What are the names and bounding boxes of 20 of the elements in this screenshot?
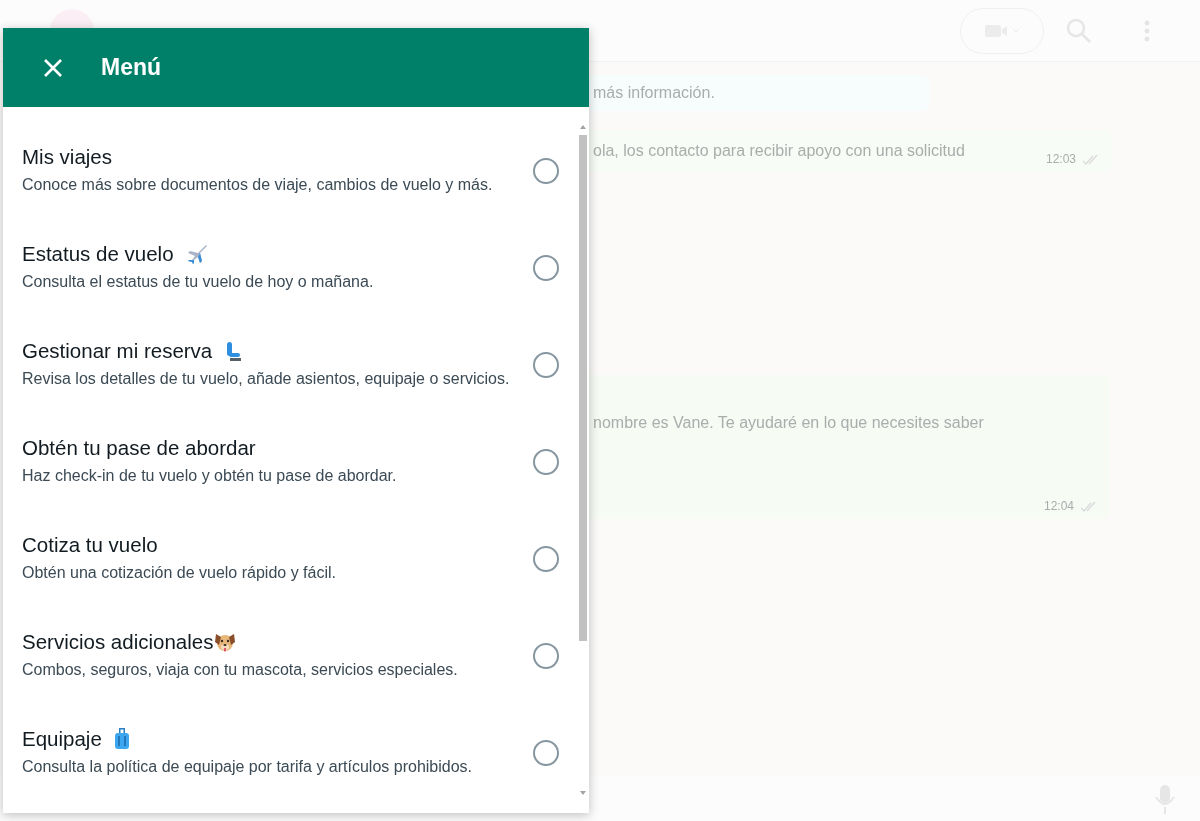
message-text: nombre es Vane. Te ayudaré en lo que necesites saber [593, 413, 984, 433]
message-text: más información. [593, 83, 715, 103]
option-description: Haz check-in de tu vuelo y obtén tu pase de abordar. [22, 466, 398, 486]
message-time: 12:04 [1043, 498, 1074, 515]
option-title: Servicios adicionales [22, 629, 214, 655]
option-description: Consulta la política de equipaje por tarifa y artículos prohibidos. [22, 757, 474, 777]
option-title: Mis viajes [22, 144, 112, 170]
message-time: 12:03 [1045, 151, 1076, 168]
option-title: Gestionar mi reserva [22, 338, 213, 364]
menu-title: Menú [101, 53, 162, 83]
option-description: Combos, seguros, viaja con tu mascota, servicios especiales. [22, 660, 459, 680]
option-description: Obtén una cotización de vuelo rápido y fácil. [22, 563, 337, 583]
option-description: Revisa los detalles de tu vuelo, añade asientos, equipaje o servicios. [22, 369, 511, 389]
option-description: Conoce más sobre documentos de viaje, cambios de vuelo y más. [22, 175, 494, 195]
message-text: ola, los contacto para recibir apoyo con una solicitud [593, 141, 965, 161]
option-title: Obtén tu pase de abordar [22, 435, 256, 461]
option-description: Consulta el estatus de tu vuelo de hoy o mañana. [22, 272, 375, 292]
option-title: Estatus de vuelo [22, 241, 174, 267]
option-title: Equipaje [22, 726, 102, 752]
option-title: Cotiza tu vuelo [22, 532, 158, 558]
